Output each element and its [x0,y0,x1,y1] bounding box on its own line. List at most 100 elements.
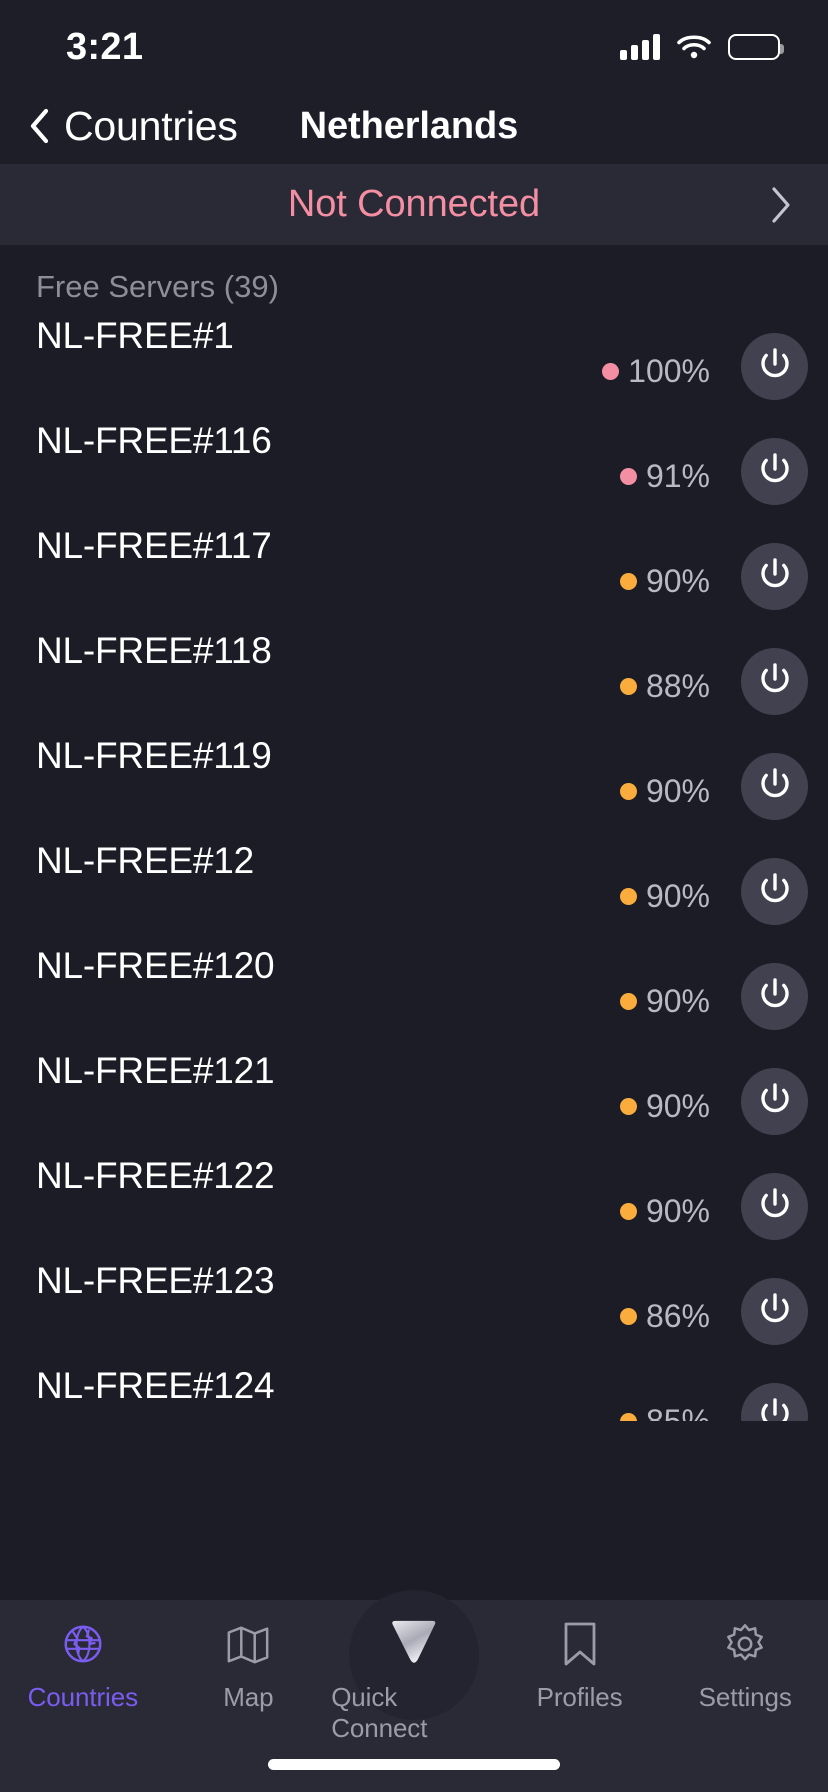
connect-power-button[interactable] [741,1068,808,1135]
table-row[interactable]: NL-FREE#123 86% [0,1250,828,1355]
server-load: 90% [619,563,710,600]
globe-icon [60,1618,106,1670]
table-row[interactable]: NL-FREE#1 100% [0,305,828,410]
power-icon [756,870,794,913]
load-status-dot [619,468,637,485]
table-row[interactable]: NL-FREE#119 90% [0,725,828,830]
server-load: 85% [619,1403,710,1421]
server-load: 88% [619,668,710,705]
server-load: 90% [619,1193,710,1230]
power-icon [756,975,794,1018]
tab-map[interactable]: Map [166,1618,332,1750]
load-percent: 90% [645,1193,710,1229]
bookmark-icon [560,1618,600,1670]
connection-status-text: Not Connected [287,183,541,225]
server-load: 91% [619,458,710,495]
tab-label: Profiles [536,1682,623,1712]
load-percent: 90% [645,1088,710,1124]
power-icon [756,345,794,388]
connect-power-button[interactable] [741,333,808,400]
server-load: 90% [619,878,710,915]
server-load: 90% [619,1088,710,1125]
tab-label: Settings [698,1682,792,1712]
power-icon [756,1395,794,1421]
server-name: NL-FREE#117 [36,525,272,566]
server-name: NL-FREE#1 [36,315,234,356]
power-icon [756,1080,794,1123]
load-status-dot [619,1413,637,1421]
server-name: NL-FREE#118 [36,630,272,671]
connect-power-button[interactable] [741,963,808,1030]
load-status-dot [619,1098,637,1115]
server-load: 90% [619,983,710,1020]
tab-list: Countries Map Quick Connect Profiles Setting… [0,1590,828,1750]
connect-power-button[interactable] [741,858,808,925]
map-icon [225,1618,271,1670]
load-percent: 90% [645,563,710,599]
tab-countries[interactable]: Countries [0,1618,166,1750]
power-icon [756,1185,794,1228]
power-icon [756,555,794,598]
power-icon [756,1290,794,1333]
connection-status-banner[interactable]: Not Connected [0,164,828,245]
load-percent: 100% [628,353,710,389]
table-row[interactable]: NL-FREE#122 90% [0,1145,828,1250]
connect-power-button[interactable] [741,1383,808,1421]
table-row[interactable]: NL-FREE#120 90% [0,935,828,1040]
tab-profiles[interactable]: Profiles [497,1618,663,1750]
server-load: 86% [619,1298,710,1335]
server-list[interactable]: Free Servers (39) NL-FREE#1 100% NL-FREE#1… [0,245,828,1421]
status-icons [620,34,784,60]
load-status-dot [619,573,637,590]
page-title: Netherlands [299,104,519,147]
table-row[interactable]: NL-FREE#12 90% [0,830,828,935]
server-name: NL-FREE#119 [36,735,272,776]
status-time: 3:21 [66,25,144,68]
connect-power-button[interactable] [741,1278,808,1345]
load-status-dot [619,1203,637,1220]
nav-bar: Countries Netherlands [0,88,828,164]
load-status-dot [619,783,637,800]
load-status-dot [619,993,637,1010]
table-row[interactable]: NL-FREE#124 85% [0,1355,828,1421]
back-button[interactable]: Countries [28,103,238,150]
server-name: NL-FREE#121 [36,1050,275,1091]
chevron-left-icon [28,108,50,144]
load-percent: 91% [645,458,710,494]
tab-label: Quick Connect [331,1682,428,1743]
load-status-dot [602,363,620,380]
load-status-dot [619,888,637,905]
table-row[interactable]: NL-FREE#121 90% [0,1040,828,1145]
connect-power-button[interactable] [741,753,808,820]
server-load: 90% [619,773,710,810]
server-name: NL-FREE#123 [36,1260,275,1301]
server-name: NL-FREE#124 [36,1365,275,1406]
section-header: Free Servers (39) [36,269,279,304]
server-load: 100% [602,353,710,390]
table-row[interactable]: NL-FREE#116 91% [0,410,828,515]
load-status-dot [619,1308,637,1325]
connect-power-button[interactable] [741,543,808,610]
connect-power-button[interactable] [741,1173,808,1240]
tab-bar: Countries Map Quick Connect Profiles Setting… [0,1590,828,1792]
connect-power-button[interactable] [741,438,808,505]
chevron-right-icon [770,186,792,224]
server-name: NL-FREE#12 [36,840,255,881]
table-row[interactable]: NL-FREE#118 88% [0,620,828,725]
table-row[interactable]: NL-FREE#117 90% [0,515,828,620]
server-name: NL-FREE#116 [36,420,272,461]
server-name: NL-FREE#122 [36,1155,275,1196]
back-button-label: Countries [64,102,238,149]
status-bar: 3:21 [0,0,828,88]
home-indicator [268,1759,560,1770]
power-icon [756,450,794,493]
connect-power-button[interactable] [741,648,808,715]
tab-quick-connect[interactable]: Quick Connect [331,1590,497,1750]
tab-label: Map [223,1682,274,1712]
gear-icon [722,1618,768,1670]
tab-settings[interactable]: Settings [662,1618,828,1750]
tab-label: Countries [27,1682,138,1712]
wifi-icon [677,34,711,60]
load-percent: 85% [645,1403,710,1421]
battery-icon [728,34,784,60]
